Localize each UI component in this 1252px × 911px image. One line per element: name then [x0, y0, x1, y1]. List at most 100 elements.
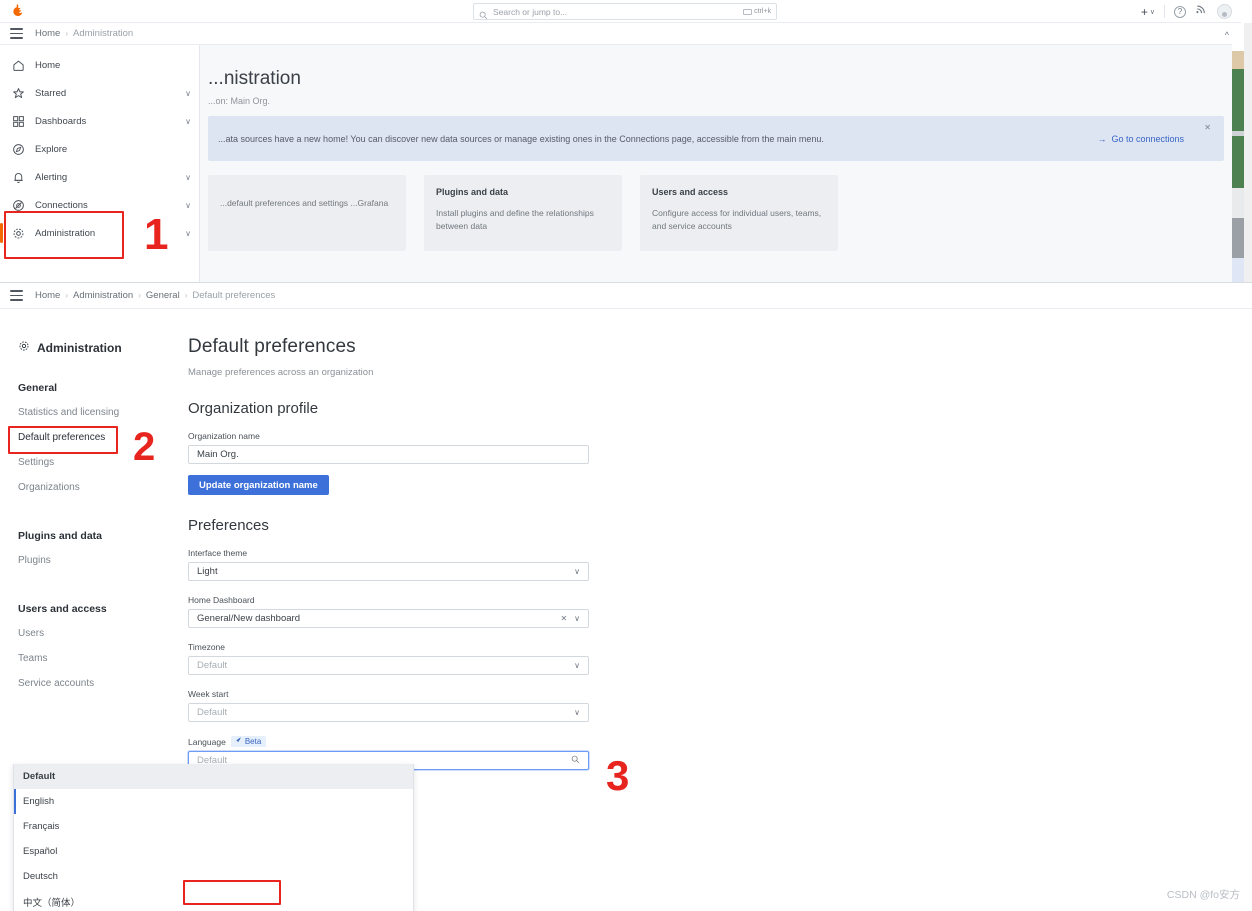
organization-name-input[interactable]: Main Org.	[188, 445, 589, 464]
megamenu-label: Explore	[35, 143, 68, 155]
chevron-down-icon[interactable]: ∨	[185, 173, 191, 182]
chevron-up-icon[interactable]: ^	[1225, 30, 1229, 40]
language-option-english[interactable]: English	[14, 789, 413, 814]
breadcrumb-item-administration[interactable]: Administration	[73, 290, 133, 301]
language-dropdown-menu: Default English Français Español Deutsch…	[13, 764, 414, 911]
page-title: ...nistration	[208, 68, 301, 89]
go-to-connections-link[interactable]: → Go to connections	[1097, 134, 1184, 144]
breadcrumb-item-default-preferences[interactable]: Default preferences	[192, 290, 275, 301]
clear-x-icon[interactable]: ✕	[560, 614, 567, 623]
megamenu-label: Home	[35, 59, 61, 71]
search-icon	[571, 755, 580, 766]
chevron-down-icon: ∨	[1149, 8, 1155, 16]
gear-icon	[11, 226, 25, 240]
week-start-value: Default	[197, 707, 228, 718]
breadcrumb-separator: ›	[184, 291, 188, 300]
interface-theme-value: Light	[197, 566, 218, 577]
update-organization-name-button[interactable]: Update organization name	[188, 475, 329, 495]
breadcrumb-item-administration[interactable]: Administration	[73, 28, 133, 39]
gear-icon	[18, 340, 30, 355]
beta-badge-label: Beta	[244, 737, 262, 746]
language-option-deutsch[interactable]: Deutsch	[14, 864, 413, 889]
language-option-espanol[interactable]: Español	[14, 839, 413, 864]
home-dashboard-select[interactable]: General/New dashboard ✕ ∨	[188, 609, 589, 628]
home-icon	[11, 58, 25, 72]
language-label: Language	[188, 736, 226, 747]
chevron-down-icon[interactable]: ∨	[185, 89, 191, 98]
megamenu-item-starred[interactable]: Starred ∨	[0, 79, 199, 107]
megamenu-label: Connections	[35, 199, 88, 211]
info-banner-message: ...ata sources have a new home! You can …	[218, 133, 824, 144]
sidebar-item-organizations[interactable]: Organizations	[18, 482, 175, 493]
grafana-logo-icon[interactable]	[9, 3, 25, 19]
megamenu-item-alerting[interactable]: Alerting ∨	[0, 163, 199, 191]
chevron-down-icon[interactable]: ∨	[185, 229, 191, 238]
card-description: ...default preferences and settings ...G…	[220, 198, 389, 208]
info-banner: ...ata sources have a new home! You can …	[208, 116, 1224, 161]
page-title: Default preferences	[188, 336, 356, 357]
admin-card-general[interactable]: ...default preferences and settings ...G…	[208, 175, 406, 251]
go-to-connections-label: Go to connections	[1111, 133, 1184, 144]
language-option-chinese-simplified[interactable]: 中文（简体）	[14, 889, 413, 911]
timezone-label: Timezone	[188, 642, 226, 652]
search-input[interactable]: Search or jump to... ctrl+k	[473, 3, 777, 20]
megamenu-item-administration[interactable]: Administration ∨	[0, 219, 199, 247]
interface-theme-label: Interface theme	[188, 548, 248, 558]
page-subtitle: ...on: Main Org.	[208, 96, 271, 106]
search-shortcut-label: ctrl+k	[754, 8, 771, 15]
megamenu-item-connections[interactable]: Connections ∨	[0, 191, 199, 219]
home-dashboard-value: General/New dashboard	[197, 613, 300, 624]
topbar-actions: + ∨ ?	[1141, 0, 1232, 23]
admin-card-plugins-and-data[interactable]: Plugins and data Install plugins and def…	[424, 175, 622, 251]
timezone-select[interactable]: Default ∨	[188, 656, 589, 675]
home-dashboard-label: Home Dashboard	[188, 595, 255, 605]
mega-menu: Home Starred ∨ Dashboards ∨ Explore Aler…	[0, 45, 200, 282]
hamburger-icon[interactable]	[10, 28, 23, 39]
chevron-down-icon[interactable]: ∨	[185, 201, 191, 210]
section-heading-organization-profile: Organization profile	[188, 400, 319, 417]
chevron-down-icon: ∨	[574, 708, 580, 717]
language-option-default[interactable]: Default	[14, 764, 413, 789]
breadcrumb-item-home[interactable]: Home	[35, 28, 60, 39]
hamburger-icon[interactable]	[10, 290, 23, 301]
user-avatar[interactable]	[1217, 4, 1232, 19]
sidebar-section-plugins-and-data: Plugins and data	[18, 530, 103, 542]
breadcrumb: Home › Administration	[35, 28, 133, 39]
apps-grid-icon	[11, 114, 25, 128]
search-placeholder: Search or jump to...	[493, 6, 568, 17]
sidebar-item-service-accounts[interactable]: Service accounts	[18, 678, 175, 689]
timezone-value: Default	[197, 660, 228, 671]
star-icon	[11, 86, 25, 100]
language-option-francais[interactable]: Français	[14, 814, 413, 839]
admin-cards: ...default preferences and settings ...G…	[208, 175, 838, 251]
news-rss-icon[interactable]	[1195, 3, 1208, 21]
megamenu-item-explore[interactable]: Explore	[0, 135, 199, 163]
week-start-select[interactable]: Default ∨	[188, 703, 589, 722]
sidebar-item-users[interactable]: Users	[18, 628, 175, 639]
add-new-button[interactable]: + ∨	[1141, 6, 1155, 18]
breadcrumb-item-general[interactable]: General	[146, 290, 180, 301]
sidebar-item-statistics-and-licensing[interactable]: Statistics and licensing	[18, 407, 175, 418]
top-navigation-bar: Search or jump to... ctrl+k + ∨ ?	[0, 0, 1241, 23]
page-subtitle: Manage preferences across an organizatio…	[188, 367, 374, 378]
breadcrumb-separator: ›	[65, 29, 69, 38]
interface-theme-select[interactable]: Light ∨	[188, 562, 589, 581]
close-icon[interactable]: ✕	[1204, 123, 1211, 132]
organization-name-label: Organization name	[188, 431, 260, 441]
sidebar-title-label: Administration	[37, 340, 122, 355]
sidebar-item-plugins[interactable]: Plugins	[18, 555, 175, 566]
annotation-number-2: 2	[133, 425, 156, 469]
breadcrumb-item-home[interactable]: Home	[35, 290, 60, 301]
admin-card-users-and-access[interactable]: Users and access Configure access for in…	[640, 175, 838, 251]
grafana-window-default-preferences: Home › Administration › General › Defaul…	[0, 282, 1252, 911]
compass-icon	[11, 142, 25, 156]
search-icon	[479, 7, 488, 20]
annotation-number-3: 3	[606, 752, 630, 799]
chevron-down-icon[interactable]: ∨	[185, 117, 191, 126]
help-circle-icon[interactable]: ?	[1174, 5, 1186, 18]
breadcrumb-bar-top: Home › Administration ^	[0, 23, 1241, 45]
megamenu-item-home[interactable]: Home	[0, 51, 199, 79]
sidebar-item-teams[interactable]: Teams	[18, 653, 175, 664]
megamenu-label: Dashboards	[35, 115, 87, 127]
megamenu-item-dashboards[interactable]: Dashboards ∨	[0, 107, 199, 135]
